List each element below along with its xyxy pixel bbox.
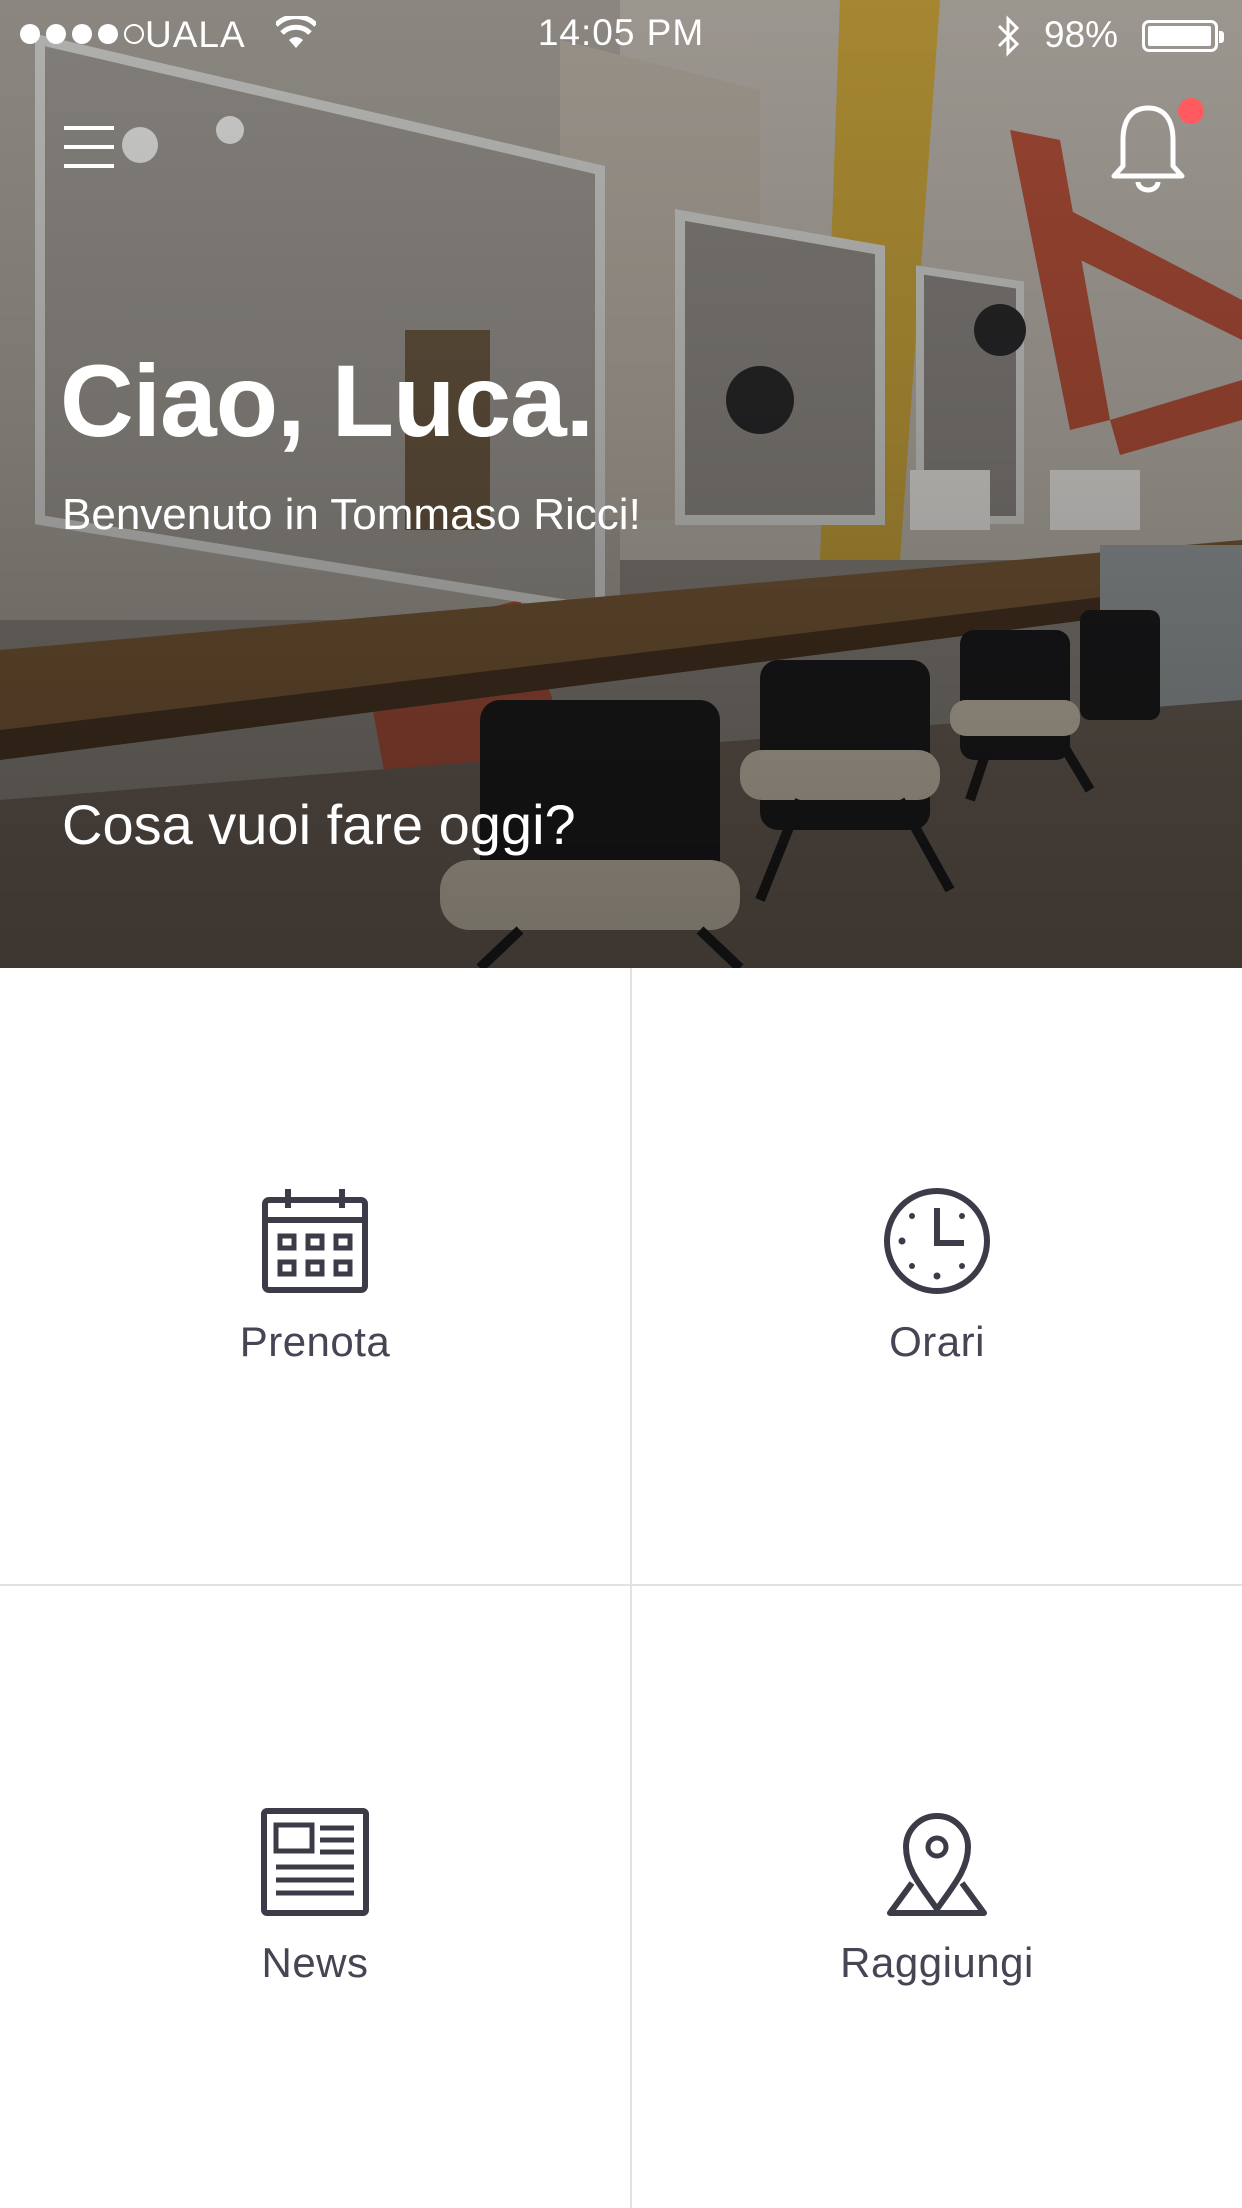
welcome-subtitle: Benvenuto in Tommaso Ricci! (62, 490, 641, 539)
bell-icon[interactable] (1108, 100, 1188, 196)
hours-label: Orari (889, 1318, 985, 1365)
news-label: News (261, 1939, 369, 1986)
battery-icon (1142, 20, 1224, 52)
hero-banner: UALA 14:05 PM 98% Ciao, Luca. Benvenuto … (0, 0, 1242, 968)
home-screen: UALA 14:05 PM 98% Ciao, Luca. Benvenuto … (0, 0, 1242, 2208)
news-tile[interactable]: News (0, 1586, 632, 2208)
notification-badge (1178, 98, 1204, 124)
directions-tile[interactable]: Raggiungi (632, 1586, 1242, 2208)
prompt-question: Cosa vuoi fare oggi? (62, 793, 576, 856)
greeting-title: Ciao, Luca. (60, 344, 594, 458)
battery-percent: 98% (1044, 14, 1119, 55)
directions-label: Raggiungi (840, 1939, 1034, 1986)
newspaper-icon (261, 1808, 369, 1916)
action-grid: Prenota Orari News Raggiungi (0, 968, 1242, 2208)
hours-tile[interactable]: Orari (632, 968, 1242, 1586)
book-tile[interactable]: Prenota (0, 968, 632, 1586)
map-pin-icon (887, 1813, 987, 1916)
bluetooth-icon (997, 15, 1020, 57)
hamburger-menu-icon[interactable] (60, 118, 118, 176)
status-bar: UALA 14:05 PM 98% (0, 0, 1242, 70)
book-label: Prenota (239, 1318, 391, 1365)
calendar-icon (262, 1189, 368, 1293)
clock-icon (884, 1188, 990, 1294)
